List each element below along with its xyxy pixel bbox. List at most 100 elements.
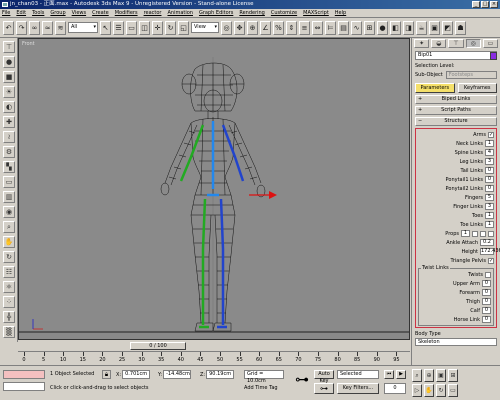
rollout-biped-links[interactable]: + Biped Links <box>415 95 497 104</box>
close-button[interactable]: × <box>490 1 498 8</box>
light-icon[interactable]: ☀ <box>3 86 15 98</box>
param-checkbox[interactable]: ✓ <box>488 131 494 138</box>
select-move-icon[interactable]: ✛ <box>152 20 163 35</box>
reference-coord-dropdown[interactable]: View <box>191 22 219 33</box>
render-type-icon[interactable]: ▣ <box>429 20 440 35</box>
checker-icon[interactable]: ▚ <box>3 161 15 173</box>
select-manipulate-icon[interactable]: ✥ <box>234 20 245 35</box>
menu-animation[interactable]: Animation <box>167 10 193 16</box>
zoom-icon[interactable]: ⌕ <box>3 221 15 233</box>
track-bar[interactable]: 0 5 10 15 20 25 30 35 40 45 50 55 60 65 70 75 80 85 90 95 <box>18 351 410 365</box>
unlink-icon[interactable]: ≈ <box>42 20 53 35</box>
particles-icon[interactable]: ⁘ <box>3 296 15 308</box>
minimize-button[interactable]: _ <box>472 1 480 8</box>
param-value[interactable]: 1 <box>461 230 470 237</box>
set-key-icon[interactable]: ⊶ <box>292 370 312 392</box>
param-spinner[interactable]: 1 <box>485 212 494 219</box>
prop-checkbox[interactable] <box>472 230 478 237</box>
zoom-extents-all-icon[interactable]: ⊞ <box>448 369 458 382</box>
param-checkbox[interactable]: ✓ <box>488 257 494 264</box>
zoom-icon[interactable]: ⌕ <box>412 369 422 382</box>
menu-reactor[interactable]: reactor <box>144 10 162 16</box>
cloth-icon[interactable]: ▒ <box>3 326 15 338</box>
param-checkbox[interactable] <box>485 271 491 278</box>
param-spinner[interactable]: 0 <box>482 298 491 305</box>
material-icon[interactable]: ◉ <box>3 206 15 218</box>
display-tab-icon[interactable]: ▭ <box>482 39 499 48</box>
bones-icon[interactable]: ╬ <box>3 311 15 323</box>
param-spinner[interactable]: 0 <box>482 280 491 287</box>
parameters-button[interactable]: Parameters <box>415 83 455 93</box>
pivot-center-icon[interactable]: ◎ <box>221 20 232 35</box>
body-type-dropdown[interactable]: Skeleton <box>415 338 497 346</box>
param-spinner[interactable]: 1 <box>485 221 494 228</box>
render-last-icon[interactable]: ☗ <box>455 20 466 35</box>
maxscript-icon[interactable]: ☷ <box>3 266 15 278</box>
selection-filter-dropdown[interactable]: All <box>68 22 98 33</box>
sub-object-dropdown[interactable]: Footsteps <box>445 71 497 79</box>
select-rotate-icon[interactable]: ↻ <box>165 20 176 35</box>
zoom-all-icon[interactable]: ⊕ <box>424 369 434 382</box>
play-icon[interactable]: ▶ <box>396 370 406 379</box>
current-frame-field[interactable]: 0 <box>384 383 406 394</box>
curve-editor-icon[interactable]: ∿ <box>351 20 362 35</box>
param-spinner[interactable]: 0 <box>485 185 494 192</box>
add-time-tag[interactable]: Add Time Tag <box>244 385 278 391</box>
param-spinner[interactable]: 1 <box>485 140 494 147</box>
rollout-structure[interactable]: − Structure <box>415 117 497 126</box>
param-spinner[interactable]: 0.2 <box>480 239 494 246</box>
maximize-viewport-icon[interactable]: ▭ <box>448 384 458 397</box>
prop-checkbox[interactable] <box>488 230 494 237</box>
key-mode-dropdown[interactable]: Selected <box>337 370 379 379</box>
param-spinner[interactable]: 0 <box>482 307 491 314</box>
render-frame-icon[interactable]: ◨ <box>403 20 414 35</box>
create-tab-icon[interactable]: ✦ <box>414 39 430 48</box>
menu-graph-editors[interactable]: Graph Editors <box>199 10 233 16</box>
material-editor-icon[interactable]: ● <box>377 20 388 35</box>
camera-icon[interactable]: ◐ <box>3 101 15 113</box>
param-spinner[interactable]: 3 <box>485 158 494 165</box>
front-viewport[interactable]: Front <box>18 38 410 340</box>
motion-tab-icon[interactable]: ◎ <box>465 39 481 48</box>
menu-edit[interactable]: Edit <box>16 10 26 16</box>
mirror-icon[interactable]: ⇔ <box>312 20 323 35</box>
redo-icon[interactable]: ↷ <box>16 20 27 35</box>
menu-tools[interactable]: Tools <box>32 10 44 16</box>
object-color-swatch[interactable] <box>490 52 497 60</box>
orbit-icon[interactable]: ↻ <box>3 251 15 263</box>
active-shade-icon[interactable]: ◩ <box>442 20 453 35</box>
arc-rotate-icon[interactable]: ↻ <box>436 384 446 397</box>
param-spinner[interactable]: 5 <box>485 194 494 201</box>
quick-render-icon[interactable]: ☕ <box>416 20 427 35</box>
param-spinner[interactable]: 0 <box>482 289 491 296</box>
systems-icon[interactable]: ⚙ <box>3 146 15 158</box>
hierarchy-icon[interactable]: ⊤ <box>3 41 15 53</box>
field-of-view-icon[interactable]: ▷ <box>412 384 422 397</box>
selection-lock-icon[interactable]: 🔒︎ <box>102 370 111 379</box>
schematic-view-icon[interactable]: ⊞ <box>364 20 375 35</box>
select-by-name-icon[interactable]: ☰ <box>113 20 124 35</box>
window-crossing-icon[interactable]: ◫ <box>139 20 150 35</box>
prop-checkbox[interactable] <box>480 230 486 237</box>
spinner-snap-icon[interactable]: ⇕ <box>286 20 297 35</box>
menu-group[interactable]: Group <box>50 10 65 16</box>
go-to-start-icon[interactable]: ⏮ <box>384 370 394 379</box>
zoom-extents-icon[interactable]: ▣ <box>436 369 446 382</box>
snap-toggle-icon[interactable]: ⊕ <box>247 20 258 35</box>
bind-spacewarp-icon[interactable]: ≋ <box>55 20 66 35</box>
sphere-icon[interactable]: ● <box>3 56 15 68</box>
hierarchy-tab-icon[interactable]: ⊤ <box>448 39 464 48</box>
param-spinner[interactable]: 0 <box>482 316 491 323</box>
param-spinner[interactable]: 0 <box>485 167 494 174</box>
box-icon[interactable]: ■ <box>3 71 15 83</box>
layer-manager-icon[interactable]: ▤ <box>338 20 349 35</box>
reactor-icon[interactable]: ⚛ <box>3 281 15 293</box>
render-setup-icon[interactable]: ◧ <box>390 20 401 35</box>
helper-icon[interactable]: ✚ <box>3 116 15 128</box>
time-slider-track[interactable]: 0 / 100 <box>18 341 410 351</box>
select-object-icon[interactable]: ↖ <box>100 20 111 35</box>
set-key-button[interactable]: ⊶ <box>314 383 334 394</box>
menu-create[interactable]: Create <box>92 10 109 16</box>
align-icon[interactable]: ⊨ <box>325 20 336 35</box>
menu-rendering[interactable]: Rendering <box>239 10 265 16</box>
